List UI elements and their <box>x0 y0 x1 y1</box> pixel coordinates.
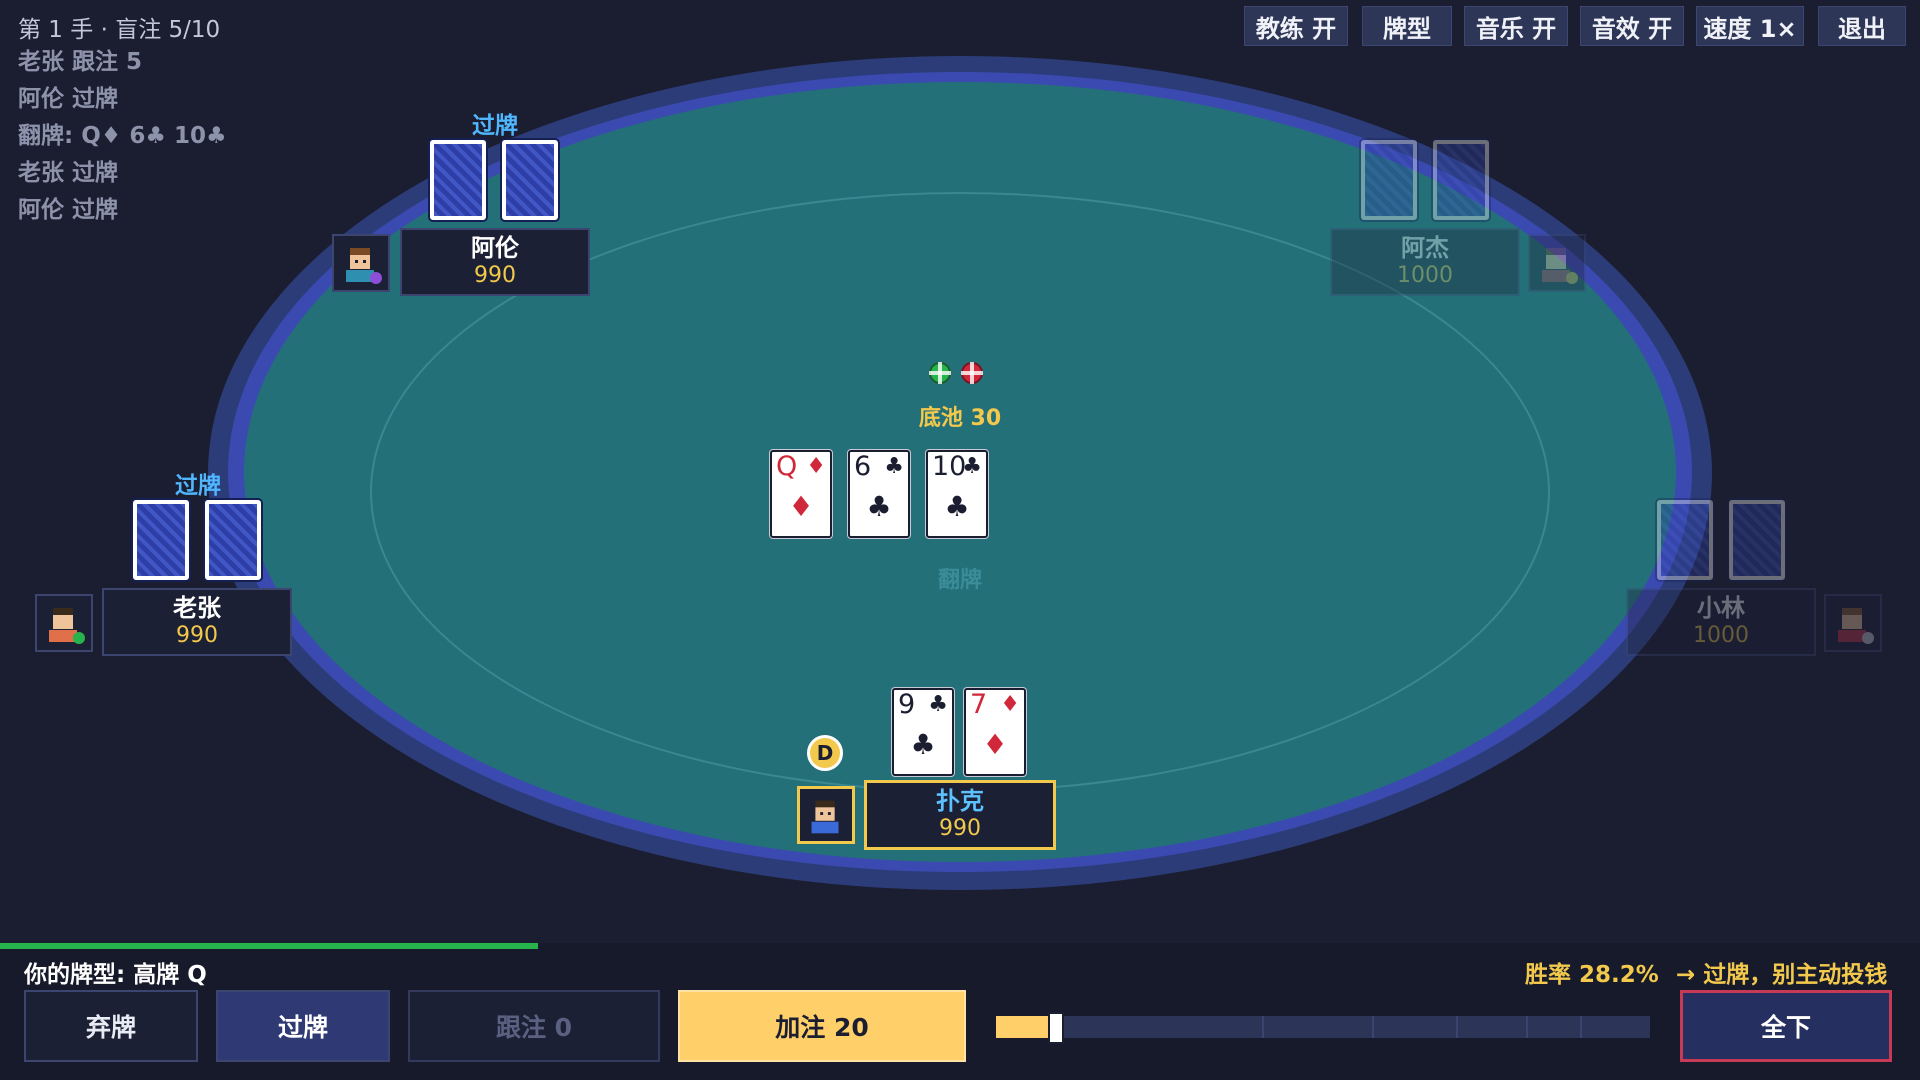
pot-amount: 底池 30 <box>918 406 1002 431</box>
raise-button[interactable]: 加注 20 <box>678 990 966 1062</box>
card-suit-large: ♣ <box>866 490 892 523</box>
player-chips: 990 <box>474 263 516 288</box>
log-entry: 老张 过牌 <box>18 160 119 186</box>
player-name: 小林 <box>1697 594 1745 622</box>
player-avatar <box>332 234 390 292</box>
log-entry: 阿伦 过牌 <box>18 86 119 112</box>
hero-card: 9 ♣ ♣ <box>892 688 954 776</box>
player-seat-xiaolin: 小林 1000 <box>1626 588 1816 656</box>
hero-avatar <box>797 786 855 844</box>
raise-slider-fill <box>996 1016 1052 1038</box>
community-card: Q ♦ ♦ <box>770 450 832 538</box>
avatar-face-icon <box>811 800 839 834</box>
player-avatar <box>1824 594 1882 652</box>
exit-button[interactable]: 退出 <box>1818 6 1906 46</box>
hand-types-button[interactable]: 牌型 <box>1362 6 1452 46</box>
turn-timer-bar <box>0 943 538 949</box>
player-name: 阿伦 <box>471 234 519 262</box>
card-back <box>205 500 261 580</box>
player-chips: 990 <box>176 623 218 648</box>
slider-tick <box>1372 1016 1374 1038</box>
slider-tick <box>1262 1016 1264 1038</box>
player-seat-ajie: 阿杰 1000 <box>1330 228 1520 296</box>
card-back <box>502 140 558 220</box>
slider-tick <box>1580 1016 1582 1038</box>
win-rate: 胜率 28.2% <box>1525 962 1659 988</box>
card-suit: ♦ <box>1000 692 1020 717</box>
player-action-label: 过牌 <box>472 113 518 139</box>
raise-amount-slider[interactable] <box>996 1016 1650 1038</box>
street-label: 翻牌 <box>937 568 982 593</box>
fold-button[interactable]: 弃牌 <box>24 990 198 1062</box>
hand-rank-label: 你的牌型: 高牌 Q <box>24 962 207 988</box>
card-back <box>1433 140 1489 220</box>
player-name: 扑克 <box>936 787 984 815</box>
player-chips: 1000 <box>1397 263 1453 288</box>
player-avatar <box>35 594 93 652</box>
player-seat-laozhang: 老张 990 <box>102 588 292 656</box>
card-rank: 10 <box>932 451 967 482</box>
avatar-face-icon <box>346 248 382 284</box>
avatar-face-icon <box>1838 608 1874 644</box>
card-rank: 7 <box>970 689 988 720</box>
dealer-button: D <box>807 735 843 771</box>
log-entry: 老张 跟注 5 <box>18 49 143 75</box>
speed-button[interactable]: 速度 1× <box>1696 6 1804 46</box>
player-chips: 990 <box>939 816 981 841</box>
log-entry: 翻牌: Q♦ 6♣ 10♣ <box>18 123 227 149</box>
card-suit-large: ♦ <box>788 490 814 523</box>
card-suit: ♣ <box>928 692 948 717</box>
card-back <box>1361 140 1417 220</box>
card-rank: 9 <box>898 689 916 720</box>
card-suit: ♣ <box>884 454 904 479</box>
slider-tick <box>1526 1016 1528 1038</box>
card-back <box>430 140 486 220</box>
card-back <box>1657 500 1713 580</box>
pot-chips-icon <box>929 362 983 384</box>
card-suit-large: ♣ <box>944 490 970 523</box>
call-button[interactable]: 跟注 0 <box>408 990 660 1062</box>
hero-card: 7 ♦ ♦ <box>964 688 1026 776</box>
coach-advice: → 过牌，别主动投钱 <box>1676 962 1888 988</box>
check-button[interactable]: 过牌 <box>216 990 390 1062</box>
card-suit: ♦ <box>806 454 826 479</box>
slider-tick <box>1456 1016 1458 1038</box>
card-rank: 6 <box>854 451 872 482</box>
hero-seat: 扑克 990 <box>864 780 1056 850</box>
player-chips: 1000 <box>1693 623 1749 648</box>
player-name: 阿杰 <box>1401 234 1449 262</box>
hand-info: 第 1 手 · 盲注 5/10 <box>18 17 221 43</box>
card-back <box>133 500 189 580</box>
player-seat-alun: 阿伦 990 <box>400 228 590 296</box>
raise-slider-handle[interactable] <box>1048 1012 1064 1044</box>
player-name: 老张 <box>173 594 221 622</box>
card-back <box>1729 500 1785 580</box>
card-suit-large: ♣ <box>910 728 936 761</box>
player-avatar <box>1528 234 1586 292</box>
card-suit: ♣ <box>962 454 982 479</box>
community-card: 10 ♣ ♣ <box>926 450 988 538</box>
music-toggle-button[interactable]: 音乐 开 <box>1464 6 1568 46</box>
log-entry: 阿伦 过牌 <box>18 197 119 223</box>
coach-toggle-button[interactable]: 教练 开 <box>1244 6 1348 46</box>
card-suit-large: ♦ <box>982 728 1008 761</box>
player-action-label: 过牌 <box>175 473 221 499</box>
avatar-face-icon <box>49 608 85 644</box>
card-rank: Q <box>776 451 798 482</box>
community-card: 6 ♣ ♣ <box>848 450 910 538</box>
sfx-toggle-button[interactable]: 音效 开 <box>1580 6 1684 46</box>
all-in-button[interactable]: 全下 <box>1680 990 1892 1062</box>
avatar-face-icon <box>1542 248 1578 284</box>
